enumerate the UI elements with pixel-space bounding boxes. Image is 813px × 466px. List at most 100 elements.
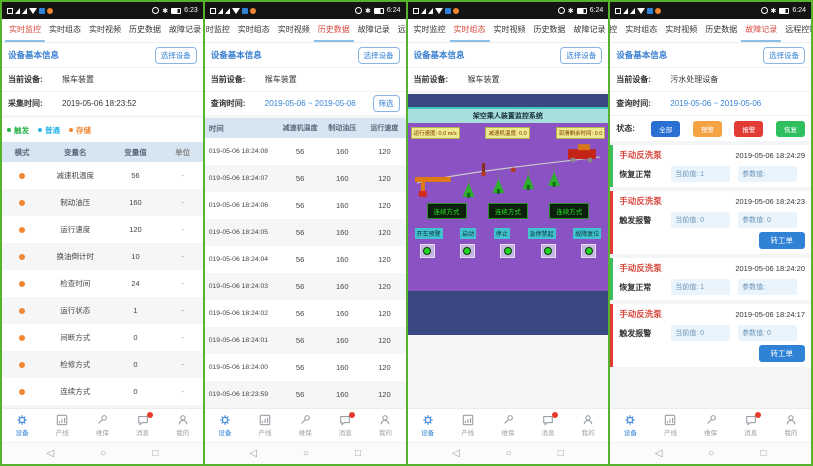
tab[interactable]: 实时监控 bbox=[610, 19, 621, 42]
section-title: 设备基本信息 bbox=[211, 49, 262, 61]
lamp-button[interactable] bbox=[500, 244, 515, 258]
home-button[interactable]: ○ bbox=[100, 448, 106, 459]
nav-item[interactable]: 维保 bbox=[488, 414, 528, 437]
device-row: 当前设备: 猴车装置 bbox=[408, 67, 609, 91]
tab[interactable]: 故障记录 bbox=[741, 19, 781, 42]
row-time: 019-05-06 18:24:04 bbox=[205, 256, 279, 263]
row-time: 019-05-06 18:24:05 bbox=[205, 229, 279, 236]
tab[interactable]: 历史数据 bbox=[701, 19, 741, 42]
recents-button[interactable]: □ bbox=[152, 448, 158, 459]
recents-button[interactable]: □ bbox=[558, 448, 564, 459]
mode-button[interactable]: 连续方式 bbox=[488, 203, 528, 219]
home-button[interactable]: ○ bbox=[303, 448, 309, 459]
device-value: 猴车装置 bbox=[62, 74, 94, 85]
select-device-button[interactable]: 选择设备 bbox=[560, 47, 602, 64]
nav-item[interactable]: 我的 bbox=[365, 414, 405, 437]
nav-item[interactable]: 我的 bbox=[568, 414, 608, 437]
tab[interactable]: 实时视频 bbox=[490, 19, 530, 42]
tab[interactable]: 历史数据 bbox=[530, 19, 570, 42]
query-time-value[interactable]: 2019-05-06 ~ 2019-05-06 bbox=[670, 99, 761, 108]
tab[interactable]: 实时组态 bbox=[621, 19, 661, 42]
select-device-button[interactable]: 选择设备 bbox=[155, 47, 197, 64]
tab[interactable]: 历史数据 bbox=[314, 19, 354, 42]
signal-icon bbox=[218, 8, 223, 14]
tab[interactable]: 实时组态 bbox=[450, 19, 490, 42]
tab[interactable]: 实时视频 bbox=[274, 19, 314, 42]
tab[interactable]: 故障记录 bbox=[354, 19, 394, 42]
row-time: 019-05-06 18:24:01 bbox=[205, 337, 279, 344]
back-button[interactable]: ◁ bbox=[249, 448, 257, 459]
status-filter-row: 状态: 全部预警报警恢复 bbox=[610, 115, 811, 141]
nav-item[interactable]: 维保 bbox=[691, 414, 731, 437]
status-filter-button[interactable]: 预警 bbox=[693, 121, 722, 137]
nav-item[interactable]: 设备 bbox=[2, 414, 42, 437]
nav-item[interactable]: 我的 bbox=[163, 414, 203, 437]
nav-item[interactable]: 产线 bbox=[42, 414, 82, 437]
tab[interactable]: 故障记录 bbox=[570, 19, 609, 42]
scada-view: 架空乘人装置监控系统 运行速度: 0.0 m/s减速机温度: 0.0润滑剩余时间… bbox=[408, 94, 609, 335]
lamp-button[interactable] bbox=[541, 244, 556, 258]
nav-label: 产线 bbox=[56, 427, 69, 437]
nav-item[interactable]: 维保 bbox=[285, 414, 325, 437]
select-device-button[interactable]: 选择设备 bbox=[763, 47, 805, 64]
to-work-order-button[interactable]: 转工单 bbox=[759, 345, 806, 362]
wifi-icon bbox=[435, 8, 443, 14]
tab[interactable]: 远程控制 bbox=[394, 19, 406, 42]
to-work-order-button[interactable]: 转工单 bbox=[759, 232, 806, 249]
badge-dot bbox=[552, 412, 558, 418]
status-bar: ✱ 6:23 bbox=[2, 2, 203, 19]
row-temp: 56 bbox=[279, 228, 321, 237]
lamp-button[interactable] bbox=[460, 244, 475, 258]
tab[interactable]: 故障记录 bbox=[165, 19, 203, 42]
recents-button[interactable]: □ bbox=[355, 448, 361, 459]
nav-item[interactable]: 消息 bbox=[528, 414, 568, 437]
nav-item[interactable]: 消息 bbox=[122, 414, 162, 437]
row-pressure: 160 bbox=[321, 390, 363, 399]
filter-button[interactable]: 筛选 bbox=[373, 95, 400, 112]
mode-button[interactable]: 连续方式 bbox=[549, 203, 589, 219]
tab[interactable]: 实时监控 bbox=[410, 19, 450, 42]
query-time-value[interactable]: 2019-05-06 ~ 2019-05-06 bbox=[265, 99, 356, 108]
collect-time-label: 采集时间: bbox=[8, 98, 62, 109]
gauge-readout: 减速机温度: 0.0 bbox=[485, 127, 529, 139]
lamp-button[interactable] bbox=[420, 244, 435, 258]
tab[interactable]: 历史数据 bbox=[125, 19, 165, 42]
select-device-button[interactable]: 选择设备 bbox=[358, 47, 400, 64]
mode-button[interactable]: 连续方式 bbox=[427, 203, 467, 219]
tab[interactable]: 实时视频 bbox=[661, 19, 701, 42]
nav-item[interactable]: 设备 bbox=[205, 414, 245, 437]
legend-row: 触发 普通 存储 bbox=[2, 118, 203, 142]
back-button[interactable]: ◁ bbox=[452, 448, 460, 459]
tab[interactable]: 实时监控 bbox=[205, 19, 234, 42]
home-button[interactable]: ○ bbox=[708, 448, 714, 459]
back-button[interactable]: ◁ bbox=[46, 448, 54, 459]
tab[interactable]: 远程控制 bbox=[781, 19, 811, 42]
tab[interactable]: 实时监控 bbox=[5, 19, 45, 42]
nav-item[interactable]: 维保 bbox=[82, 414, 122, 437]
table-row: 换油倒计时 10 - bbox=[2, 243, 203, 270]
nav-item[interactable]: 我的 bbox=[771, 414, 811, 437]
tab[interactable]: 实时组态 bbox=[45, 19, 85, 42]
fault-card: 手动反洗泵 2019-05-06 18:24:23 触发报警 当前值: 0 参数… bbox=[610, 191, 811, 254]
nav-item[interactable]: 消息 bbox=[325, 414, 365, 437]
query-time-row: 查询时间: 2019-05-06 ~ 2019-05-06 筛选 bbox=[205, 91, 406, 115]
nav-item[interactable]: 消息 bbox=[731, 414, 771, 437]
nav-item[interactable]: 产线 bbox=[650, 414, 690, 437]
lamp-button[interactable] bbox=[581, 244, 596, 258]
nav-item[interactable]: 设备 bbox=[408, 414, 448, 437]
back-button[interactable]: ◁ bbox=[655, 448, 663, 459]
table-row: 连续方式 0 - bbox=[2, 378, 203, 405]
status-filter-button[interactable]: 恢复 bbox=[776, 121, 805, 137]
fault-time: 2019-05-06 18:24:17 bbox=[735, 310, 805, 319]
status-filter-button[interactable]: 报警 bbox=[734, 121, 763, 137]
tab[interactable]: 实时视频 bbox=[85, 19, 125, 42]
tab[interactable]: 实时组态 bbox=[234, 19, 274, 42]
nav-item[interactable]: 产线 bbox=[448, 414, 488, 437]
home-button[interactable]: ○ bbox=[506, 448, 512, 459]
nav-item[interactable]: 设备 bbox=[610, 414, 650, 437]
android-nav: ◁ ○ □ bbox=[205, 442, 406, 464]
nav-item[interactable]: 产线 bbox=[245, 414, 285, 437]
recents-button[interactable]: □ bbox=[760, 448, 766, 459]
status-filter-button[interactable]: 全部 bbox=[651, 121, 680, 137]
android-nav: ◁ ○ □ bbox=[2, 442, 203, 464]
